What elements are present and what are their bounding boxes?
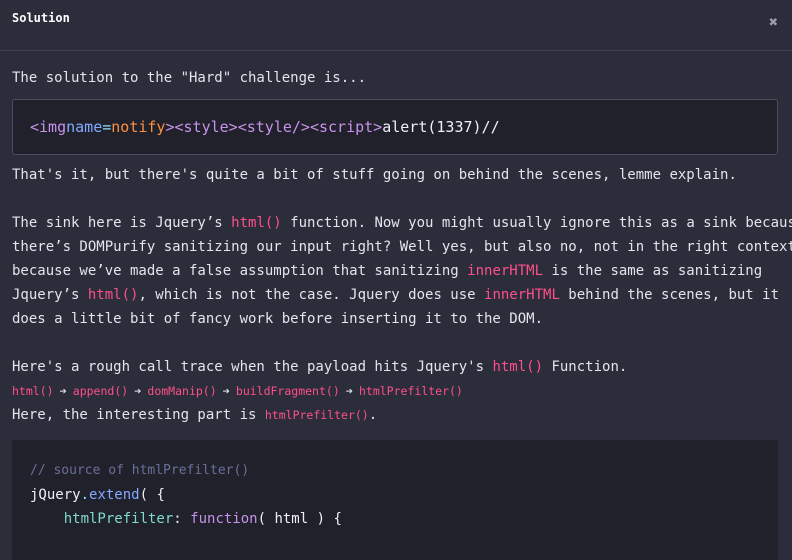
code-comment: // source of htmlPrefilter() (30, 463, 250, 478)
intro-text: The solution to the "Hard" challenge is.… (12, 70, 367, 86)
trace-item: buildFragment() (235, 384, 340, 398)
payload-attr-value: notify (111, 118, 166, 136)
arrow-right-icon: ➔ (222, 384, 230, 398)
close-icon[interactable]: ✖ (769, 13, 778, 31)
inline-code-innerhtml: innerHTML (467, 263, 544, 279)
trace-item: append() (72, 384, 129, 398)
modal-header: Solution ✖ (0, 0, 792, 51)
payload-eq: = (102, 118, 112, 136)
arrow-right-icon: ➔ (59, 384, 67, 398)
payload-tag-open: <img (30, 118, 67, 136)
para-sink-line-4: Jquery’s html(), which is not the case. … (12, 287, 780, 303)
payload-tag-close: > (165, 118, 175, 136)
payload-code: alert(1337)// (382, 118, 500, 136)
inline-code-html: html() (231, 215, 282, 231)
call-trace: html() ➔ append() ➔ domManip() ➔ buildFragment… (12, 379, 778, 403)
payload-attr: name (66, 118, 103, 136)
trace-item: htmlPrefilter() (358, 384, 463, 398)
inline-code-innerhtml: innerHTML (484, 287, 560, 303)
inline-code-html: html() (492, 359, 544, 375)
inline-code-html: html() (87, 287, 139, 303)
para-sink-line-5: does a little bit of fancy work before i… (12, 311, 544, 327)
para-interesting-part: Here, the interesting part is htmlPrefil… (12, 407, 378, 423)
payload-style-self: <style/> (237, 118, 310, 136)
payload-script-tag: <script> (309, 118, 383, 136)
trace-item: domManip() (147, 384, 217, 398)
code-htmlprefilter-key: htmlPrefilter (63, 511, 174, 527)
code-function-keyword: function (190, 511, 258, 527)
payload-code-block: <img name = notify > <style> <style/> <script>… (12, 99, 778, 155)
arrow-right-icon: ➔ (345, 384, 353, 398)
para-call-trace: Here's a rough call trace when the paylo… (12, 359, 628, 375)
arrow-right-icon: ➔ (134, 384, 142, 398)
solution-content: The solution to the "Hard" challenge is.… (12, 66, 792, 427)
trace-item: html() (12, 384, 54, 398)
para-sink-line-1: The sink here is Jquery’s html() functio… (12, 215, 792, 231)
para-thats-it: That's it, but there's quite a bit of st… (12, 167, 737, 183)
inline-code-htmlprefilter: htmlPrefilter() (264, 408, 369, 422)
payload-style-open: <style> (174, 118, 238, 136)
modal-title: Solution (12, 11, 70, 25)
para-sink-line-2: there’s DOMPurify sanitizing our input r… (12, 239, 792, 255)
para-sink-line-3: because we’ve made a false assumption th… (12, 263, 763, 279)
code-extend: extend (89, 487, 140, 503)
code-jquery: jQuery (30, 487, 81, 503)
source-code-block: // source of htmlPrefilter() jQuery.exte… (12, 440, 778, 560)
